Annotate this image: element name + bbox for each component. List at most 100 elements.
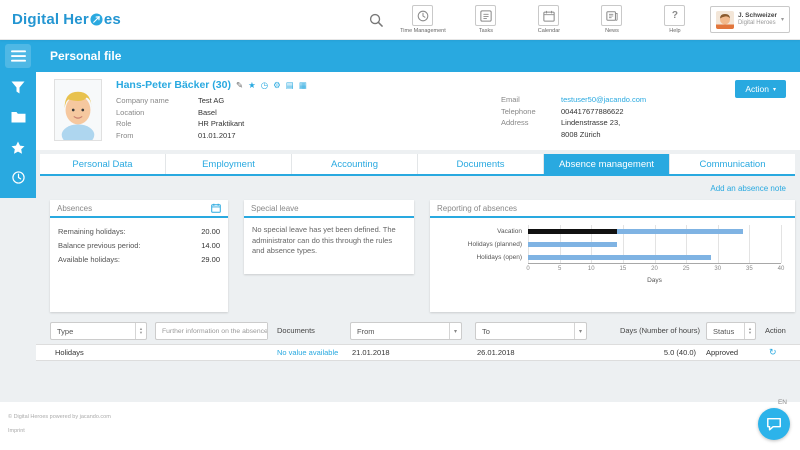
- chart-tick-label: 25: [683, 266, 690, 272]
- org-icon[interactable]: ▦: [299, 81, 307, 90]
- calendar-icon: [538, 5, 559, 26]
- topbar-item-time-management[interactable]: Time Management: [395, 5, 451, 34]
- sidebar-menu-button[interactable]: [0, 40, 36, 72]
- action-column-label: Action: [765, 326, 786, 335]
- action-button[interactable]: Action ▾: [735, 80, 786, 98]
- chart-tick-label: 30: [714, 266, 721, 272]
- cell-to: 26.01.2018: [477, 345, 515, 360]
- absences-panel: Absences Remaining holidays:20.00 Balanc…: [50, 200, 228, 312]
- chart-x-axis-label: Days: [528, 277, 781, 284]
- favorite-icon[interactable]: ★: [248, 81, 256, 90]
- field-value: HR Praktikant: [198, 118, 244, 130]
- print-icon[interactable]: ▤: [286, 81, 294, 90]
- status-select-value: Status: [713, 327, 740, 336]
- settings-icon[interactable]: ⚙: [273, 81, 281, 90]
- tab-personal-data[interactable]: Personal Data: [40, 154, 165, 174]
- logo-text-3: es: [104, 11, 121, 28]
- search-button[interactable]: [369, 13, 383, 27]
- topbar-item-tasks[interactable]: Tasks: [458, 5, 514, 34]
- chart-bar-segment: [528, 255, 711, 260]
- profile-avatar: [54, 79, 102, 141]
- chart-bar-segment: [528, 229, 617, 234]
- field-label: Company name: [116, 95, 198, 107]
- app-logo[interactable]: DigitalHeres: [12, 11, 121, 28]
- tab-accounting[interactable]: Accounting: [291, 154, 417, 174]
- from-date-select[interactable]: From ▾: [350, 322, 462, 340]
- chart-plot: [528, 225, 781, 264]
- topbar-item-label: Time Management: [400, 28, 446, 34]
- profile-fields-left: Company nameTest AG LocationBasel RoleHR…: [116, 95, 307, 141]
- imprint-link[interactable]: Imprint: [8, 428, 25, 434]
- logo-text-2: Her: [63, 11, 89, 28]
- profile-card: Hans-Peter Bäcker (30) ✎ ★ ◷ ⚙ ▤ ▦ Compa…: [36, 72, 800, 150]
- topbar-item-help[interactable]: ? Help: [647, 5, 703, 34]
- chart-bar-row: [528, 225, 781, 238]
- cell-from: 21.01.2018: [352, 345, 390, 360]
- absence-info-input[interactable]: [162, 323, 267, 339]
- user-menu[interactable]: J. Schweizer Digital Heroes ▾: [710, 6, 790, 33]
- profile-main: Hans-Peter Bäcker (30) ✎ ★ ◷ ⚙ ▤ ▦ Compa…: [116, 79, 307, 141]
- app-screen: DigitalHeres Time Management Tasks Calen…: [0, 0, 800, 450]
- field-value: 8008 Zürich: [561, 129, 601, 141]
- chart-bar-row: [528, 238, 781, 251]
- chart-tick-label: 15: [620, 266, 627, 272]
- action-button-label: Action: [745, 84, 769, 94]
- tab-employment[interactable]: Employment: [165, 154, 291, 174]
- tab-absence-management[interactable]: Absence management: [543, 154, 669, 174]
- field-value: Basel: [198, 107, 217, 119]
- chart-tick-label: 5: [558, 266, 561, 272]
- language-label[interactable]: EN: [778, 399, 787, 406]
- field-label-spacer: [501, 129, 561, 141]
- topbar-item-news[interactable]: News: [584, 5, 640, 34]
- refresh-icon[interactable]: ↻: [769, 345, 777, 360]
- type-select[interactable]: Type ▲▼: [50, 322, 147, 340]
- absence-stat-row: Balance previous period:14.00: [58, 241, 220, 250]
- field-label: Address: [501, 117, 561, 129]
- edit-icon[interactable]: ✎: [236, 81, 243, 90]
- chart-bar-row: [528, 251, 781, 264]
- cell-type: Holidays: [55, 345, 84, 360]
- sidebar-item-favorites[interactable]: [0, 132, 36, 162]
- reporting-panel: Reporting of absences VacationHolidays (…: [430, 200, 795, 312]
- to-date-value: To: [482, 327, 570, 336]
- employee-name: Hans-Peter Bäcker (30): [116, 79, 231, 91]
- chart-tick-label: 40: [778, 266, 785, 272]
- folder-icon: [11, 111, 26, 123]
- special-leave-text: No special leave has yet been defined. T…: [244, 218, 414, 264]
- sidebar-item-files[interactable]: [0, 102, 36, 132]
- tab-communication[interactable]: Communication: [669, 154, 795, 174]
- chart-bar-segment: [617, 229, 744, 234]
- sidebar: [0, 40, 36, 198]
- user-name: J. Schweizer: [738, 12, 777, 20]
- chart-category-label: Vacation: [436, 225, 528, 238]
- chat-widget-button[interactable]: [758, 408, 790, 440]
- chevron-down-icon: ▾: [574, 323, 586, 339]
- special-leave-panel-title: Special leave: [251, 204, 299, 213]
- calendar-icon[interactable]: [211, 203, 221, 213]
- type-select-value: Type: [57, 327, 131, 336]
- page-title: Personal file: [50, 40, 121, 72]
- from-date-value: From: [357, 327, 445, 336]
- topbar-item-calendar[interactable]: Calendar: [521, 5, 577, 34]
- email-link[interactable]: testuser50@jacando.com: [561, 94, 646, 106]
- status-select[interactable]: Status ▲▼: [706, 322, 756, 340]
- chat-bubble-icon: [766, 416, 782, 432]
- chevron-down-icon: ▾: [449, 323, 461, 339]
- to-date-select[interactable]: To ▾: [475, 322, 587, 340]
- field-value: Lindenstrasse 23,: [561, 117, 620, 129]
- cell-days: 5.0 (40.0): [596, 345, 696, 360]
- absence-table-row: Holidays No value available 21.01.2018 2…: [36, 344, 800, 361]
- chart-bar-segment: [528, 242, 617, 247]
- clock-icon: [12, 171, 25, 184]
- history-icon[interactable]: ◷: [261, 81, 268, 90]
- add-absence-note-link[interactable]: Add an absence note: [710, 184, 786, 193]
- topbar-item-label: Help: [669, 28, 680, 34]
- sidebar-item-history[interactable]: [0, 162, 36, 192]
- reporting-panel-title: Reporting of absences: [437, 204, 517, 213]
- field-value: Test AG: [198, 95, 224, 107]
- clock-icon: [412, 5, 433, 26]
- tab-documents[interactable]: Documents: [417, 154, 543, 174]
- field-value: 01.01.2017: [198, 130, 236, 142]
- sidebar-item-filter[interactable]: [0, 72, 36, 102]
- help-icon: ?: [664, 5, 685, 26]
